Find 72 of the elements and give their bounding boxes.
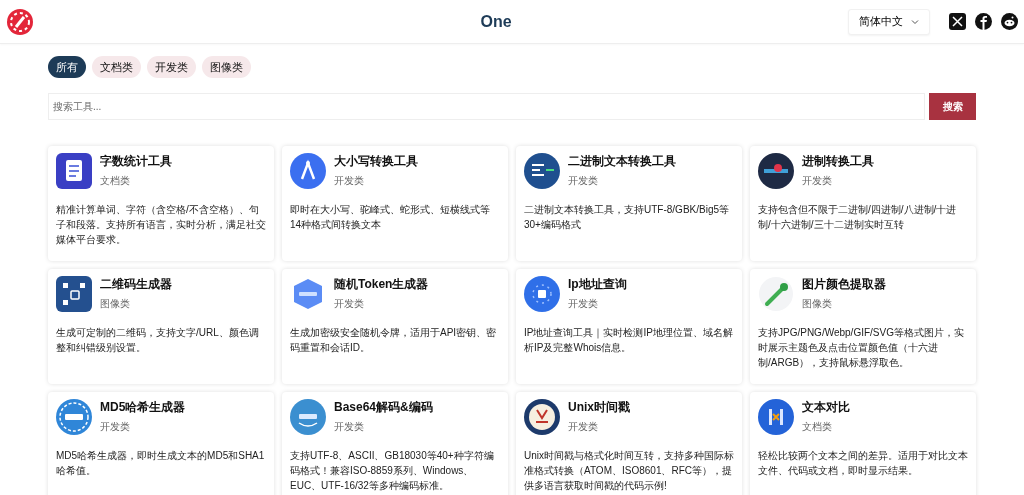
tool-name: 二维码生成器 [100,276,172,292]
category-tab[interactable]: 开发类 [147,56,196,78]
tool-card[interactable]: Base64解码&编码 开发类 支持UTF-8、ASCII、GB18030等40+种字符编码格式！兼容ISO-8859系列、Windows、EUC、UTF-16/32等多种编码标准。 [282,392,508,495]
tool-name: 二进制文本转换工具 [568,153,676,169]
tool-description: 支持JPG/PNG/Webp/GIF/SVG等格式图片，实时展示主题色及点击位置颜色值（十六进制/ARGB），支持鼠标悬浮取色。 [758,326,965,370]
tool-name: 字数统计工具 [100,153,172,169]
tool-icon [290,153,326,189]
tool-name: 大小写转换工具 [334,153,418,169]
tool-card[interactable]: 大小写转换工具 开发类 即时在大小写、驼峰式、蛇形式、短横线式等14种格式间转换文本 [282,146,508,261]
tool-category: 开发类 [334,297,365,311]
tool-category: 文档类 [100,174,131,188]
tool-icon [758,399,794,435]
tool-name: MD5哈希生成器 [100,399,186,415]
tool-card[interactable]: 二维码生成器 图像类 生成可定制的二维码，支持文字/URL、颜色调整和纠错级别设置。 [48,269,274,384]
chevron-down-icon [911,17,919,26]
tool-card[interactable]: 图片颜色提取器 图像类 支持JPG/PNG/Webp/GIF/SVG等格式图片，实时展示主题色及点击位置颜色值（十六进制/ARGB），支持鼠标悬浮取色。 [750,269,976,384]
tool-description: 支持包含但不限于二进制/四进制/八进制/十进制/十六进制/三十二进制实时互转 [758,203,958,232]
tool-name: 随机Token生成器 [334,276,429,292]
site-title: One [479,12,513,31]
category-tab[interactable]: 文档类 [92,56,141,78]
tool-category: 开发类 [568,297,599,311]
tool-description: 精准计算单词、字符（含空格/不含空格）、句子和段落。支持所有语言，实时分析，满足社交媒体平台要求。 [56,203,266,247]
tool-icon [56,399,92,435]
search-button[interactable]: 搜索 [929,93,976,120]
search-field[interactable]: 搜索工具... [48,93,925,120]
tool-icon [290,399,326,435]
tool-icon [56,153,92,189]
tool-name: Base64解码&编码 [334,399,433,415]
tool-category: 开发类 [100,420,131,434]
tool-name: Unix时间戳 [568,399,630,415]
tool-description: Unix时间戳与格式化时间互转，支持多种国际标准格式转换（ATOM、ISO8601、RFC等），提供多语言获取时间戳的代码示例! [524,449,734,493]
tool-card[interactable]: 随机Token生成器 开发类 生成加密级安全随机令牌，适用于API密钥、密码重置和会话ID。 [282,269,508,384]
tool-card[interactable]: 文本对比 文档类 轻松比较两个文本之间的差异。适用于对比文本文件、代码或文档，即时显示结果。 [750,392,976,495]
tool-card[interactable]: Ip地址查询 开发类 IP地址查询工具｜实时检测IP地理位置、域名解析IP及完整Whois信息。 [516,269,742,384]
tool-card[interactable]: MD5哈希生成器 开发类 MD5哈希生成器，即时生成文本的MD5和SHA1哈希值。 [48,392,274,495]
tool-description: 生成可定制的二维码，支持文字/URL、颜色调整和纠错级别设置。 [56,326,260,355]
tool-icon [524,276,560,312]
tool-description: 二进制文本转换工具，支持UTF-8/GBK/Big5等30+编码格式 [524,203,731,232]
tool-card[interactable]: 字数统计工具 文档类 精准计算单词、字符（含空格/不含空格）、句子和段落。支持所有语言，实时分析，满足社交媒体平台要求。 [48,146,274,261]
logo-icon[interactable] [6,7,34,36]
tool-description: 轻松比较两个文本之间的差异。适用于对比文本文件、代码或文档，即时显示结果。 [758,449,968,478]
tool-name: 进制转换工具 [802,153,874,169]
category-tab[interactable]: 图像类 [202,56,251,78]
reddit-icon[interactable] [1001,13,1018,30]
tool-category: 文档类 [802,420,833,434]
tool-card[interactable]: 进制转换工具 开发类 支持包含但不限于二进制/四进制/八进制/十进制/十六进制/三十二进制实时互转 [750,146,976,261]
tool-description: MD5哈希生成器，即时生成文本的MD5和SHA1哈希值。 [56,449,266,478]
tool-card[interactable]: 二进制文本转换工具 开发类 二进制文本转换工具，支持UTF-8/GBK/Big5等30+编码格式 [516,146,742,261]
tool-category: 图像类 [802,297,833,311]
tool-category: 开发类 [802,174,833,188]
tool-category: 开发类 [568,420,599,434]
tool-icon [524,153,560,189]
category-tab[interactable]: 所有 [48,56,86,78]
tool-category: 开发类 [334,174,365,188]
tool-name: Ip地址查询 [568,276,627,292]
tool-name: 图片颜色提取器 [802,276,886,292]
tool-description: 即时在大小写、驼峰式、蛇形式、短横线式等14种格式间转换文本 [290,203,491,232]
tool-card[interactable]: Unix时间戳 开发类 Unix时间戳与格式化时间互转，支持多种国际标准格式转换（ATOM、ISO8601、RFC等），提供多语言获取时间戳的代码示例! [516,392,742,495]
tool-icon [524,399,560,435]
tool-description: 生成加密级安全随机令牌，适用于API密钥、密码重置和会话ID。 [290,326,498,355]
tool-icon [56,276,92,312]
facebook-icon[interactable] [975,13,992,30]
tool-description: 支持UTF-8、ASCII、GB18030等40+种字符编码格式！兼容ISO-8859系列、Windows、EUC、UTF-16/32等多种编码标准。 [290,449,495,493]
x-icon[interactable] [949,13,966,30]
tool-name: 文本对比 [802,399,850,415]
tool-category: 开发类 [568,174,599,188]
tool-category: 图像类 [100,297,131,311]
tool-description: IP地址查询工具｜实时检测IP地理位置、域名解析IP及完整Whois信息。 [524,326,734,355]
tool-icon [758,276,794,312]
tool-category: 开发类 [334,420,365,434]
tool-icon [758,153,794,189]
language-select[interactable]: 简体中文 [848,8,930,35]
